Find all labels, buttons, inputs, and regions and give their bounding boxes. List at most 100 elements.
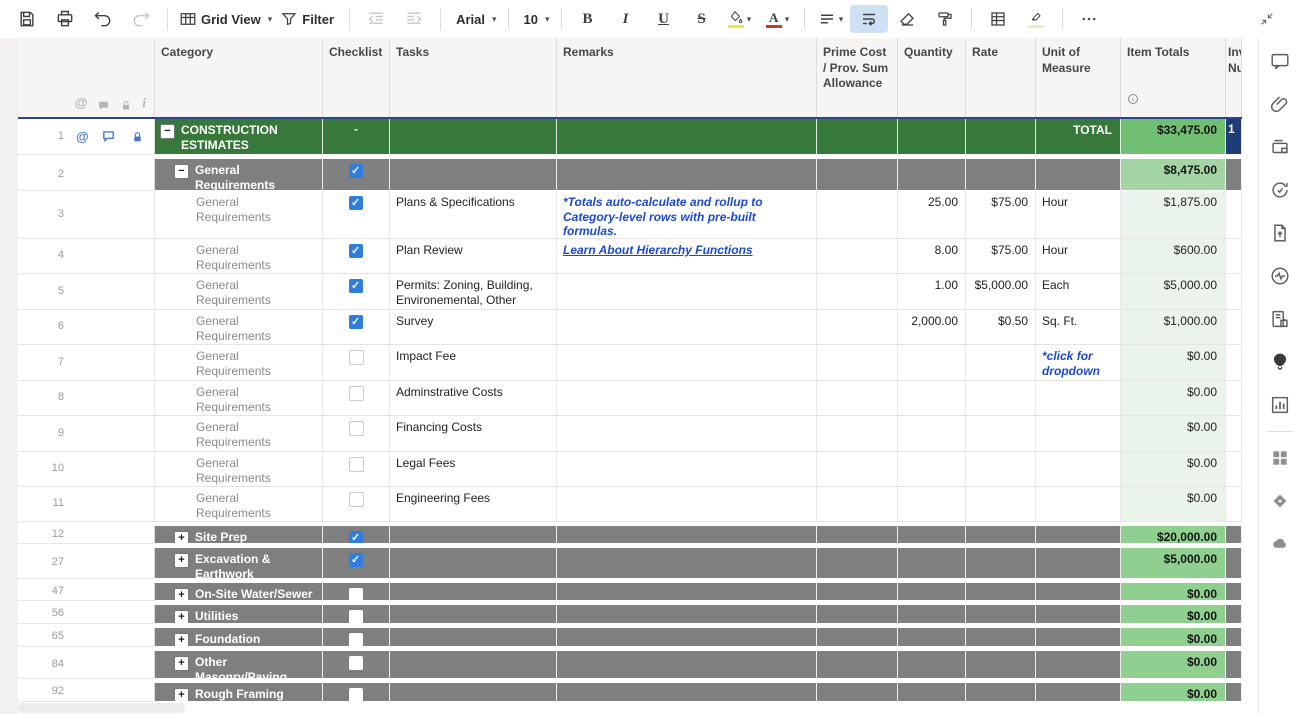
horizontal-scrollbar-thumb[interactable] xyxy=(18,703,185,713)
cell-prime-cost[interactable] xyxy=(817,239,898,274)
align-button[interactable]: ▾ xyxy=(812,5,850,33)
cloud-app-button[interactable] xyxy=(1268,533,1292,555)
cell-checklist[interactable] xyxy=(323,548,390,579)
cell-prime-cost[interactable] xyxy=(817,159,898,191)
cell-tasks[interactable]: Plans & Specifications xyxy=(390,191,557,239)
cell-category[interactable]: General Requirements xyxy=(155,239,323,274)
wrap-text-button[interactable] xyxy=(850,5,888,33)
activity-log-button[interactable] xyxy=(1268,265,1292,287)
cell-category[interactable]: General Requirements xyxy=(155,274,323,310)
cell-prime-cost[interactable] xyxy=(817,119,898,155)
cell-checklist[interactable] xyxy=(323,583,390,601)
cell-rate[interactable] xyxy=(966,487,1036,522)
cell-tasks[interactable]: Financing Costs xyxy=(390,416,557,452)
cell-invoice-number[interactable] xyxy=(1226,683,1242,702)
cell-tasks[interactable]: Impact Fee xyxy=(390,345,557,381)
cell-quantity[interactable] xyxy=(898,605,966,624)
cell-checklist[interactable]: - xyxy=(323,119,390,155)
comment-column-icon[interactable] xyxy=(97,99,110,112)
expand-icon[interactable] xyxy=(174,588,189,601)
cell-tasks[interactable] xyxy=(390,605,557,624)
cell-unit-of-measure[interactable] xyxy=(1036,452,1121,487)
cell-category[interactable]: Utilities xyxy=(155,605,323,624)
cell-category[interactable]: General Requirements xyxy=(155,452,323,487)
cell-remarks[interactable] xyxy=(557,119,817,155)
cell-tasks[interactable] xyxy=(390,628,557,647)
cell-invoice-number[interactable] xyxy=(1226,191,1242,239)
cell-remarks[interactable] xyxy=(557,274,817,310)
column-header-remarks[interactable]: Remarks xyxy=(557,38,817,117)
cell-rate[interactable]: $5,000.00 xyxy=(966,274,1036,310)
cell-unit-of-measure[interactable] xyxy=(1036,683,1121,702)
cell-item-total[interactable]: $0.00 xyxy=(1121,583,1226,601)
column-header-rate[interactable]: Rate xyxy=(966,38,1036,117)
expand-icon[interactable] xyxy=(174,688,189,702)
cell-remarks[interactable] xyxy=(557,310,817,345)
column-header-quantity[interactable]: Quantity xyxy=(898,38,966,117)
cell-unit-of-measure[interactable] xyxy=(1036,548,1121,579)
cell-item-total[interactable]: $1,000.00 xyxy=(1121,310,1226,345)
cell-tasks[interactable] xyxy=(390,651,557,679)
cell-remarks[interactable] xyxy=(557,345,817,381)
highlight-changes-button[interactable] xyxy=(1017,5,1055,33)
checkbox-checked[interactable] xyxy=(349,553,363,567)
cell-prime-cost[interactable] xyxy=(817,310,898,345)
cell-remarks[interactable] xyxy=(557,683,817,702)
collapse-toolbar-button[interactable] xyxy=(1248,5,1286,33)
cell-unit-of-measure[interactable] xyxy=(1036,487,1121,522)
row-number-cell[interactable]: 7 xyxy=(18,345,155,381)
cell-category[interactable]: Rough Framing xyxy=(155,683,323,702)
cell-item-total[interactable]: $0.00 xyxy=(1121,381,1226,416)
cell-tasks[interactable]: Legal Fees xyxy=(390,452,557,487)
attachment-icon[interactable] xyxy=(76,129,89,145)
cell-checklist[interactable] xyxy=(323,526,390,544)
cell-checklist[interactable] xyxy=(323,605,390,624)
checkbox-checked[interactable] xyxy=(349,531,363,544)
cell-category[interactable]: CONSTRUCTION ESTIMATES xyxy=(155,119,323,155)
cell-item-total[interactable]: $0.00 xyxy=(1121,487,1226,522)
cell-prime-cost[interactable] xyxy=(817,605,898,624)
lock-icon[interactable] xyxy=(131,130,144,144)
cell-tasks[interactable] xyxy=(390,683,557,702)
cell-rate[interactable] xyxy=(966,683,1036,702)
update-requests-button[interactable] xyxy=(1268,179,1292,201)
cell-unit-of-measure[interactable]: Sq. Ft. xyxy=(1036,310,1121,345)
cell-remarks[interactable] xyxy=(557,159,817,191)
redo-button[interactable] xyxy=(122,5,160,33)
cell-invoice-number[interactable] xyxy=(1226,239,1242,274)
cell-checklist[interactable] xyxy=(323,381,390,416)
cell-invoice-number[interactable] xyxy=(1226,310,1242,345)
clear-format-button[interactable] xyxy=(888,5,926,33)
cell-prime-cost[interactable] xyxy=(817,345,898,381)
cell-quantity[interactable] xyxy=(898,119,966,155)
row-number-cell[interactable]: 10 xyxy=(18,452,155,487)
cell-checklist[interactable] xyxy=(323,628,390,647)
cell-category[interactable]: General Requirements xyxy=(155,345,323,381)
cell-checklist[interactable] xyxy=(323,239,390,274)
collapse-icon[interactable] xyxy=(160,124,175,139)
cell-category[interactable]: General Requirements xyxy=(155,416,323,452)
column-header-prime-cost[interactable]: Prime Cost / Prov. Sum Allowance xyxy=(817,38,898,117)
cell-unit-of-measure[interactable]: *click for dropdown xyxy=(1036,345,1121,381)
row-number-cell[interactable]: 56 xyxy=(18,605,155,624)
column-header-item-totals[interactable]: Item Totals xyxy=(1121,38,1226,117)
cell-tasks[interactable]: Plan Review xyxy=(390,239,557,274)
cell-prime-cost[interactable] xyxy=(817,683,898,702)
cell-item-total[interactable]: $20,000.00 xyxy=(1121,526,1226,544)
cell-unit-of-measure[interactable]: Hour xyxy=(1036,191,1121,239)
cell-invoice-number[interactable] xyxy=(1226,487,1242,522)
row-number-cell[interactable]: 2 xyxy=(18,159,155,191)
cell-remarks[interactable] xyxy=(557,548,817,579)
cell-remarks[interactable] xyxy=(557,651,817,679)
cell-quantity[interactable]: 1.00 xyxy=(898,274,966,310)
cell-invoice-number[interactable] xyxy=(1226,452,1242,487)
cell-quantity[interactable]: 25.00 xyxy=(898,191,966,239)
bold-button[interactable]: B xyxy=(569,5,607,33)
checkbox-unchecked[interactable] xyxy=(349,421,364,436)
row-info-column-icon[interactable] xyxy=(142,95,146,112)
column-header-checklist[interactable]: Checklist xyxy=(323,38,390,117)
cell-remarks[interactable] xyxy=(557,381,817,416)
cell-rate[interactable]: $75.00 xyxy=(966,191,1036,239)
row-number-cell[interactable]: 65 xyxy=(18,628,155,647)
strikethrough-button[interactable]: S xyxy=(683,5,721,33)
